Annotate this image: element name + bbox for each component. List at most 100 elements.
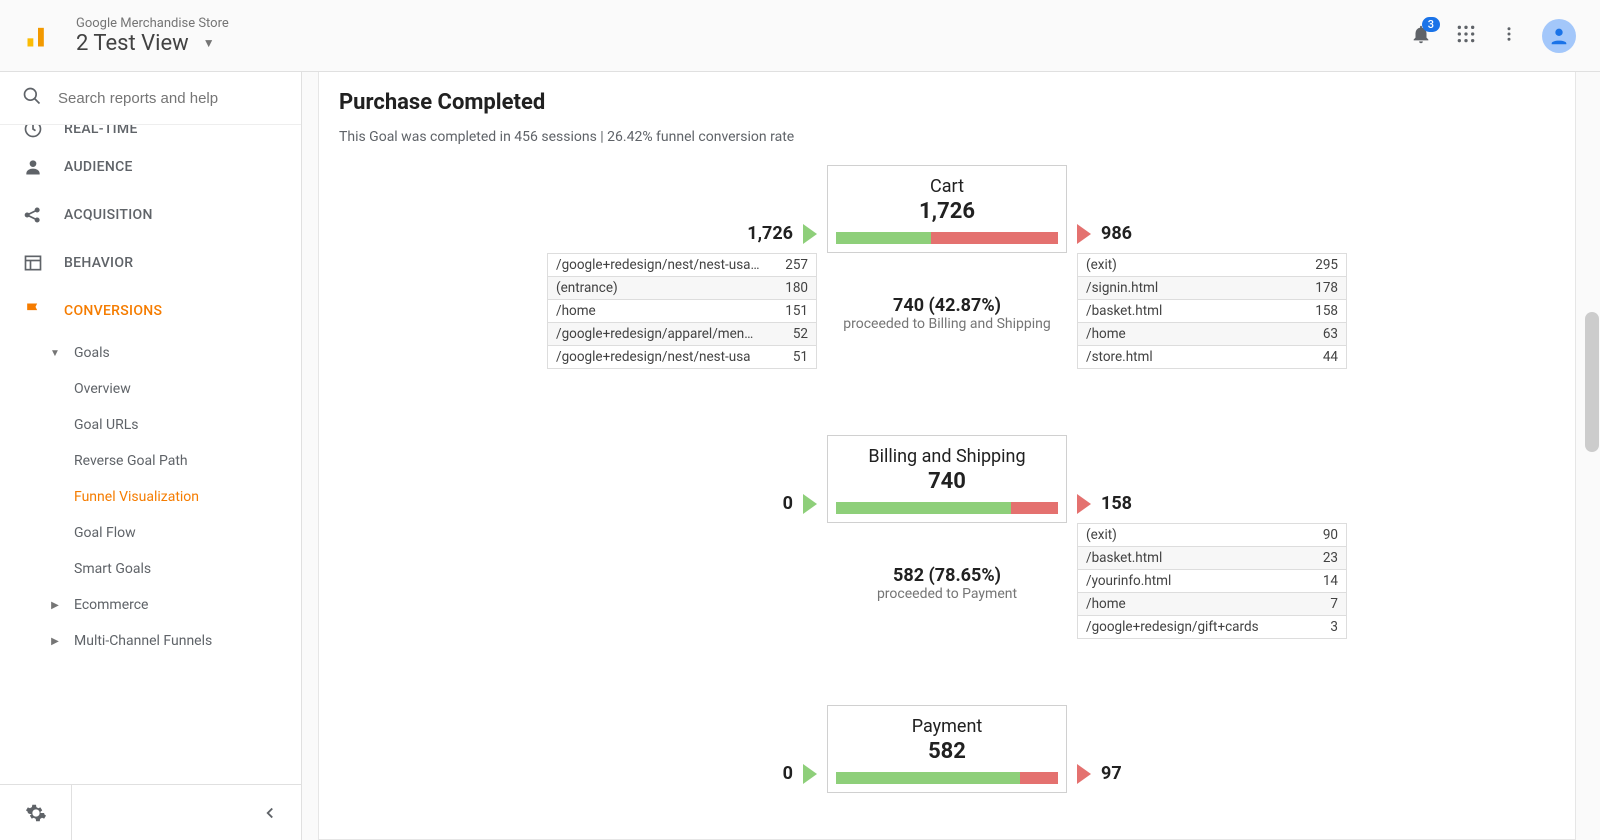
caret-down-icon: ▼ [203, 36, 215, 50]
out-count: 97 [1101, 763, 1122, 784]
triangle-right-icon [803, 494, 817, 514]
nav-label: BEHAVIOR [64, 255, 133, 271]
nav: REAL-TIME AUDIENCE ACQUISITION BEHAVIOR … [0, 125, 301, 784]
step-out: 986 [1077, 223, 1132, 244]
notifications-button[interactable]: 3 [1410, 23, 1432, 49]
nav-ecommerce[interactable]: ▶Ecommerce [44, 587, 301, 623]
proceed-count: 582 (78.65%) [877, 565, 1017, 586]
table-row[interactable]: /home63 [1078, 323, 1346, 346]
nav-label: REAL-TIME [64, 125, 138, 137]
nav-overview[interactable]: Overview [44, 371, 301, 407]
more-icon[interactable] [1500, 25, 1518, 47]
nav-realtime[interactable]: REAL-TIME [0, 125, 301, 143]
triangle-right-icon [803, 224, 817, 244]
funnel-step: Billing and Shipping 740 0 158 582 (78.65%… [417, 435, 1477, 705]
table-row[interactable]: /google+redesign/nest/nest-usa…257 [548, 254, 816, 277]
flag-icon [22, 301, 44, 321]
table-row[interactable]: /yourinfo.html14 [1078, 570, 1346, 593]
layout-icon [22, 253, 44, 273]
report-title: Purchase Completed [339, 90, 1555, 115]
view-name: 2 Test View [76, 31, 189, 56]
funnel-step: Payment 582 0 97 [417, 705, 1477, 815]
table-row[interactable]: (entrance)180 [548, 277, 816, 300]
table-row[interactable]: /store.html44 [1078, 346, 1346, 369]
step-out: 158 [1077, 493, 1132, 514]
nav-goal-flow[interactable]: Goal Flow [44, 515, 301, 551]
step-proceed: 740 (42.87%) proceeded to Billing and Sh… [843, 295, 1050, 332]
sidebar: REAL-TIME AUDIENCE ACQUISITION BEHAVIOR … [0, 72, 302, 840]
step-proceed: 582 (78.65%) proceeded to Payment [877, 565, 1017, 602]
nav-goals[interactable]: ▼Goals [44, 335, 301, 371]
triangle-right-icon [1077, 494, 1091, 514]
step-in: 0 [783, 493, 817, 514]
funnel-step-box: Payment 582 [827, 705, 1067, 793]
in-count: 1,726 [747, 223, 793, 244]
scrollbar[interactable] [1585, 312, 1599, 452]
user-avatar[interactable] [1542, 19, 1576, 53]
nav-label: ACQUISITION [64, 207, 153, 223]
table-row[interactable]: /signin.html178 [1078, 277, 1346, 300]
funnel-step-box: Billing and Shipping 740 [827, 435, 1067, 523]
table-row[interactable]: /home7 [1078, 593, 1346, 616]
funnel-step: Cart 1,726 1,726 986 740 (42.87%) proceede… [417, 165, 1477, 435]
table-row[interactable]: (exit)90 [1078, 524, 1346, 547]
search-icon [22, 86, 42, 110]
nav-goal-urls[interactable]: Goal URLs [44, 407, 301, 443]
table-row[interactable]: /basket.html23 [1078, 547, 1346, 570]
chevron-down-icon: ▼ [48, 348, 62, 359]
step-in: 0 [783, 763, 817, 784]
report-card: Purchase Completed This Goal was complet… [318, 72, 1576, 840]
funnel-step-box: Cart 1,726 [827, 165, 1067, 253]
step-count: 740 [828, 467, 1066, 502]
proceed-label: proceeded to Payment [877, 586, 1017, 602]
notification-badge: 3 [1422, 17, 1440, 32]
proceed-count: 740 (42.87%) [843, 295, 1050, 316]
triangle-right-icon [1077, 224, 1091, 244]
nav-smart-goals[interactable]: Smart Goals [44, 551, 301, 587]
nav-behavior[interactable]: BEHAVIOR [0, 239, 301, 287]
nav-acquisition[interactable]: ACQUISITION [0, 191, 301, 239]
admin-button[interactable] [0, 785, 72, 840]
out-paths-table: (exit)90/basket.html23/yourinfo.html14/h… [1077, 523, 1347, 639]
table-row[interactable]: /google+redesign/nest/nest-usa51 [548, 346, 816, 369]
search-row [0, 72, 301, 125]
clock-icon [22, 125, 44, 139]
nav-label: AUDIENCE [64, 159, 133, 175]
step-count: 582 [828, 737, 1066, 772]
table-row[interactable]: /home151 [548, 300, 816, 323]
analytics-logo-icon [24, 22, 52, 50]
nav-funnel-visualization[interactable]: Funnel Visualization [44, 479, 301, 515]
table-row[interactable]: (exit)295 [1078, 254, 1346, 277]
table-row[interactable]: /google+redesign/gift+cards3 [1078, 616, 1346, 639]
nav-audience[interactable]: AUDIENCE [0, 143, 301, 191]
step-in: 1,726 [747, 223, 817, 244]
in-count: 0 [783, 493, 793, 514]
out-count: 986 [1101, 223, 1132, 244]
person-icon [22, 157, 44, 177]
out-count: 158 [1101, 493, 1132, 514]
step-title: Cart [828, 166, 1066, 197]
search-input[interactable] [58, 90, 279, 107]
nav-multichannel[interactable]: ▶Multi-Channel Funnels [44, 623, 301, 659]
funnel-chart: Cart 1,726 1,726 986 740 (42.87%) proceede… [417, 165, 1477, 815]
chevron-right-icon: ▶ [48, 600, 62, 611]
table-row[interactable]: /google+redesign/apparel/men…52 [548, 323, 816, 346]
proceed-label: proceeded to Billing and Shipping [843, 316, 1050, 332]
out-paths-table: (exit)295/signin.html178/basket.html158/… [1077, 253, 1347, 369]
app-header: Google Merchandise Store 2 Test View ▼ 3 [0, 0, 1600, 72]
step-title: Payment [828, 706, 1066, 737]
funnel-connector-icon [867, 253, 1027, 431]
nav-conversions[interactable]: CONVERSIONS [0, 287, 301, 335]
nav-label: CONVERSIONS [64, 303, 162, 319]
account-name: Google Merchandise Store [76, 16, 1410, 31]
collapse-sidebar-button[interactable] [72, 785, 301, 840]
sidebar-footer [0, 784, 301, 840]
chevron-right-icon: ▶ [48, 636, 62, 647]
apps-icon[interactable] [1456, 24, 1476, 48]
main-content: Purchase Completed This Goal was complet… [302, 72, 1600, 840]
in-count: 0 [783, 763, 793, 784]
funnel-connector-icon [867, 523, 1027, 701]
nav-reverse-goal-path[interactable]: Reverse Goal Path [44, 443, 301, 479]
table-row[interactable]: /basket.html158 [1078, 300, 1346, 323]
view-selector[interactable]: Google Merchandise Store 2 Test View ▼ [76, 16, 1410, 56]
